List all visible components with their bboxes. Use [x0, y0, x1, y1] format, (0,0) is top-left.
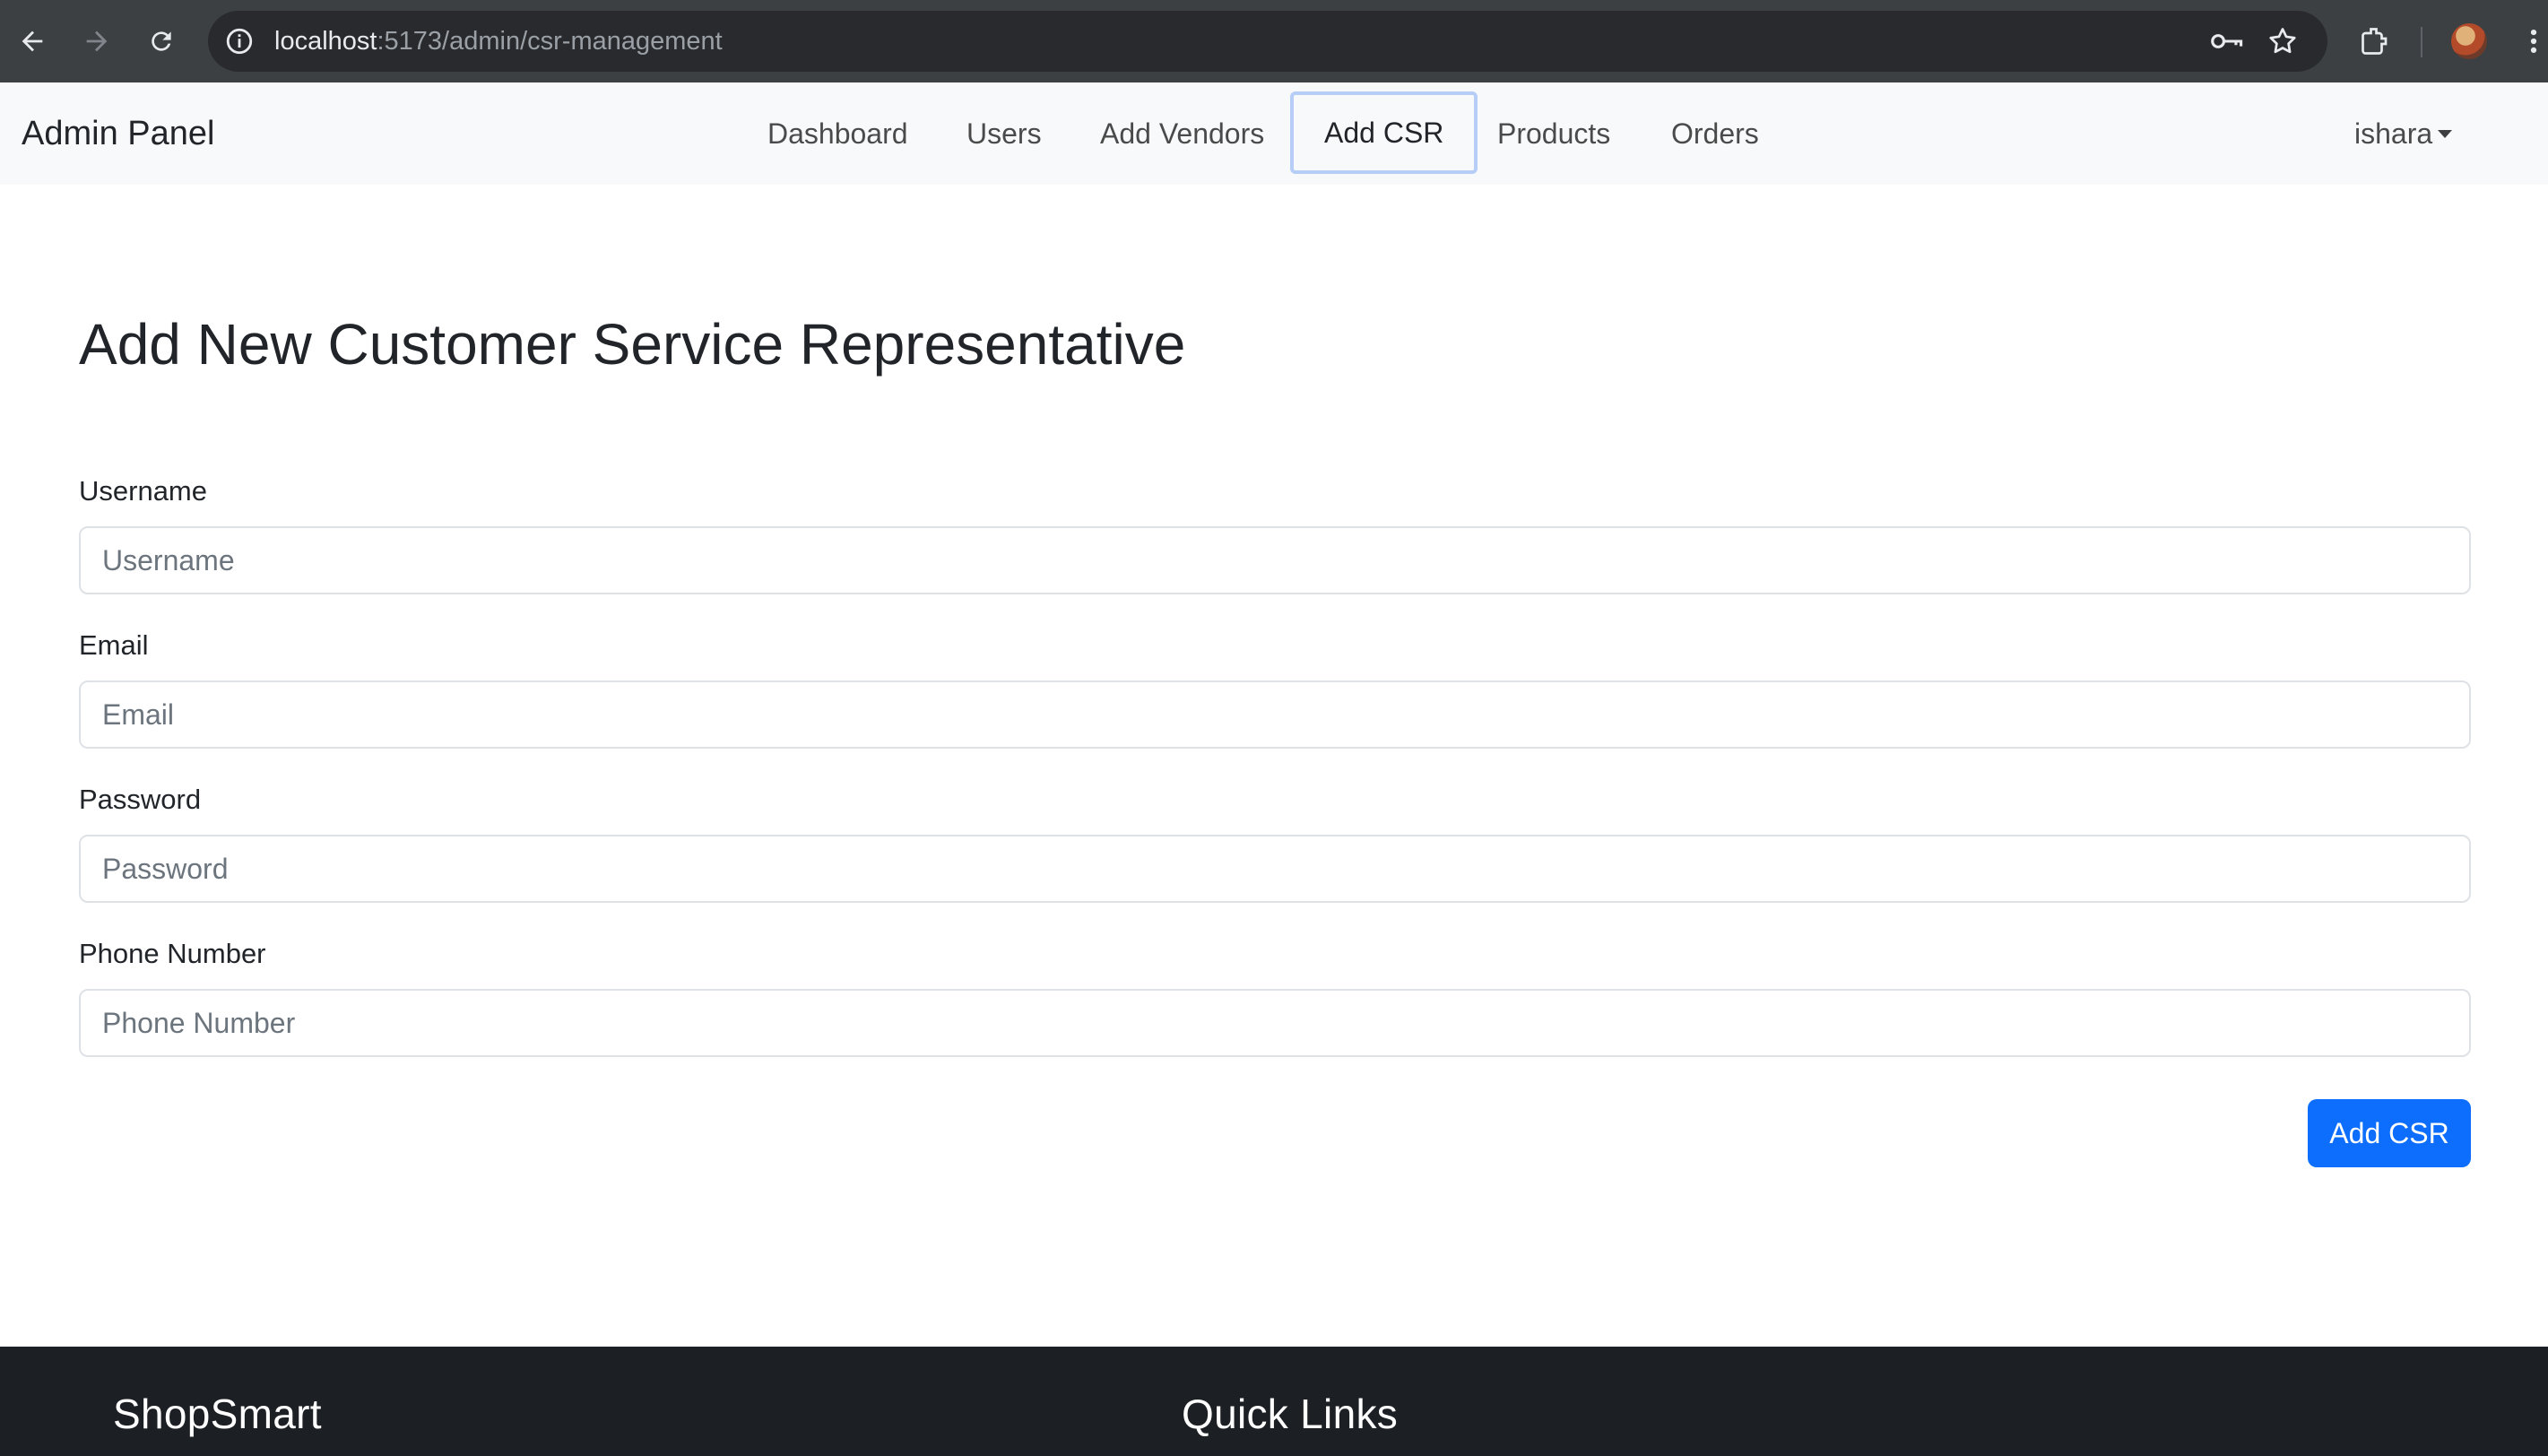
password-key-icon[interactable] — [2209, 26, 2245, 61]
bookmark-star-icon[interactable] — [2266, 25, 2299, 62]
username-label: Username — [79, 475, 207, 507]
email-label: Email — [79, 629, 149, 661]
browser-menu-icon[interactable] — [2519, 20, 2548, 63]
footer-brand: ShopSmart — [113, 1391, 322, 1437]
password-label: Password — [79, 784, 202, 815]
nav-item-add-csr[interactable]: Add CSR — [1290, 91, 1478, 174]
site-info-icon[interactable] — [224, 26, 255, 56]
navbar-brand[interactable]: Admin Panel — [22, 82, 214, 185]
password-input[interactable] — [79, 835, 2471, 903]
nav-item-orders[interactable]: Orders — [1671, 82, 1759, 185]
nav-item-dashboard[interactable]: Dashboard — [767, 82, 908, 185]
url-text: localhost:5173/admin/csr-management — [274, 27, 723, 56]
browser-toolbar: localhost:5173/admin/csr-management — [0, 0, 2548, 82]
add-csr-button[interactable]: Add CSR — [2308, 1099, 2471, 1167]
address-bar[interactable]: localhost:5173/admin/csr-management — [208, 11, 2327, 72]
phone-number-label: Phone Number — [79, 938, 266, 969]
site-footer: ShopSmart Quick Links — [0, 1347, 2548, 1456]
extensions-puzzle-icon[interactable] — [2353, 20, 2396, 63]
reload-icon[interactable] — [140, 20, 183, 63]
footer-quick-links-heading: Quick Links — [1182, 1391, 1399, 1437]
admin-navbar: Admin Panel Dashboard Users Add Vendors … — [0, 82, 2548, 185]
forward-arrow-icon[interactable] — [75, 20, 118, 63]
email-input[interactable] — [79, 680, 2471, 749]
toolbar-divider — [2421, 27, 2422, 57]
phone-number-input[interactable] — [79, 989, 2471, 1057]
nav-item-users[interactable]: Users — [966, 82, 1042, 185]
nav-item-add-vendors[interactable]: Add Vendors — [1100, 82, 1264, 185]
caret-down-icon — [2438, 130, 2453, 139]
nav-item-products[interactable]: Products — [1497, 82, 1610, 185]
profile-avatar[interactable] — [2451, 23, 2487, 59]
user-dropdown-toggle[interactable]: ishara — [2354, 82, 2453, 185]
back-arrow-icon[interactable] — [11, 20, 54, 63]
page-title: Add New Customer Service Representative — [79, 312, 1186, 377]
username-input[interactable] — [79, 526, 2471, 594]
user-name: ishara — [2354, 117, 2433, 150]
